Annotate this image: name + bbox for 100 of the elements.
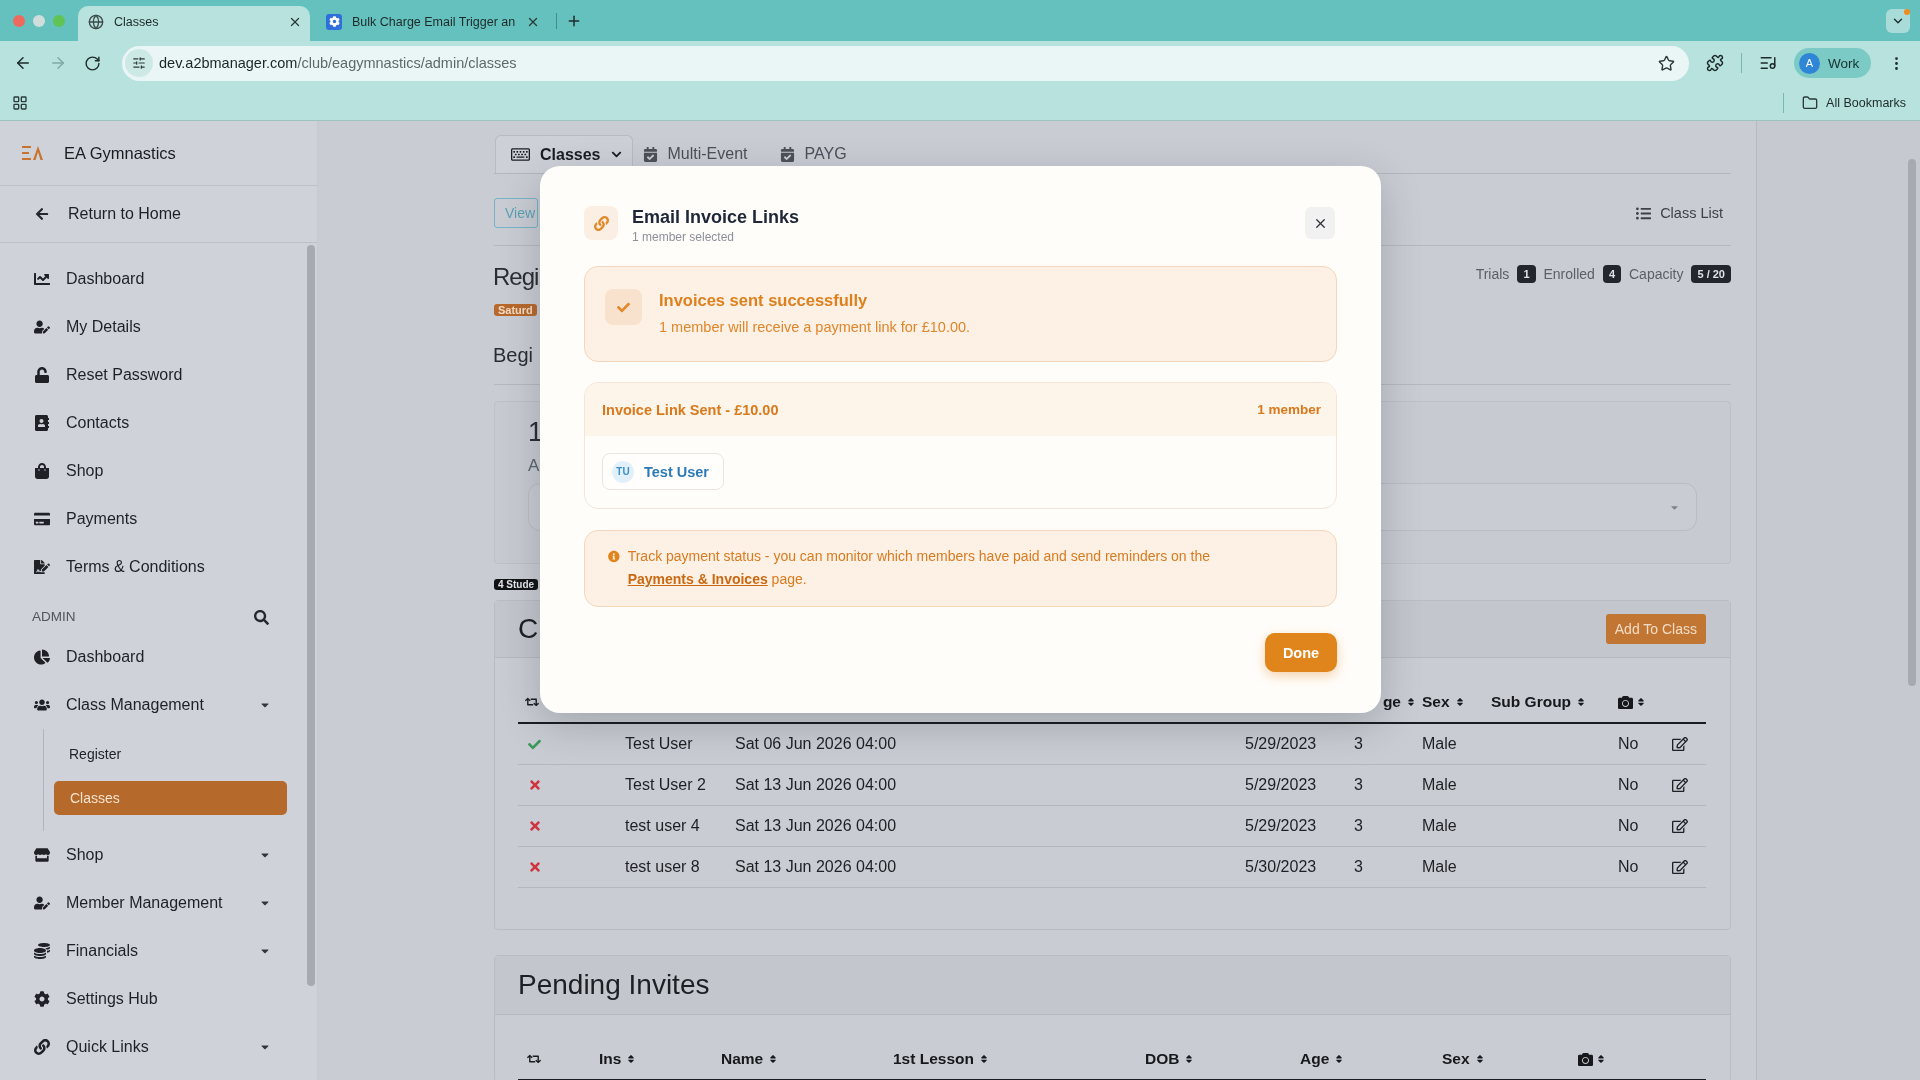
column-header[interactable]: Age <box>1300 1050 1345 1068</box>
repeat-icon[interactable] <box>527 1052 541 1066</box>
sidebar-item[interactable]: Financials <box>0 927 317 975</box>
address-bar[interactable]: dev.a2bmanager.com/club/eagymnastics/admin/classes <box>122 45 1689 81</box>
stat-label: Capacity <box>1629 266 1684 282</box>
group-title: Invoice Link Sent - £10.00 <box>602 401 779 418</box>
table-cell-text: Sat 13 Jun 2026 04:00 <box>735 776 898 794</box>
credit-card-icon <box>34 511 50 527</box>
return-home-link[interactable]: Return to Home <box>0 186 317 243</box>
page-tab[interactable]: Classes <box>495 135 633 173</box>
sidebar-item[interactable]: Payments <box>0 495 317 543</box>
sidebar-item[interactable]: Dashboard <box>0 633 317 681</box>
profile-button[interactable]: A Work <box>1794 48 1872 78</box>
link-icon <box>34 1039 50 1055</box>
edit-icon[interactable] <box>1672 818 1688 834</box>
gear-icon <box>326 13 342 30</box>
notification-dot-icon <box>1904 8 1910 15</box>
link-icon <box>584 206 618 240</box>
sort-icon <box>1454 697 1465 707</box>
browser-tab[interactable]: Classes <box>78 6 310 41</box>
column-header[interactable]: Sub Group <box>1491 693 1587 711</box>
column-header[interactable]: Name <box>721 1050 779 1068</box>
search-icon[interactable] <box>254 609 269 625</box>
browser-tab[interactable]: Bulk Charge Email Trigger an <box>316 6 548 41</box>
edit-icon[interactable] <box>1672 859 1688 875</box>
sort-icon <box>626 1054 637 1064</box>
page-tab[interactable]: PAYG <box>779 142 869 166</box>
close-button[interactable] <box>1305 207 1335 239</box>
list-icon <box>1636 205 1652 221</box>
table-cell-text: 5/29/2023 <box>1245 776 1318 794</box>
stat-caption: A <box>528 456 540 476</box>
sidebar-item[interactable]: Settings Hub <box>0 975 317 1023</box>
table-cell-text: test user 8 <box>625 858 701 876</box>
sidebar-item[interactable]: Class Management <box>0 681 317 729</box>
table-cell-text: test user 4 <box>625 817 701 835</box>
bookmark-star-icon[interactable] <box>1658 54 1675 72</box>
all-bookmarks-button[interactable]: All Bookmarks <box>1802 94 1906 111</box>
scrollbar[interactable] <box>307 245 315 986</box>
back-icon[interactable] <box>14 54 32 72</box>
reload-icon[interactable] <box>84 54 101 72</box>
calendar-check-icon <box>779 146 795 162</box>
page-tab[interactable]: Multi-Event <box>642 142 770 166</box>
media-icon[interactable] <box>1759 54 1777 72</box>
column-header[interactable]: Sex <box>1422 693 1465 711</box>
edit-icon[interactable] <box>1672 777 1688 793</box>
column-header[interactable]: DOB <box>1145 1050 1195 1068</box>
column-header[interactable]: 1st Lesson <box>893 1050 989 1068</box>
info-text: Track payment status - you can monitor which members have paid and send reminders on the Payments & Invoices page. <box>627 547 1211 589</box>
table-cell-text: 3 <box>1354 776 1364 794</box>
sort-icon <box>979 1054 989 1064</box>
stat-label: Trials <box>1475 266 1510 282</box>
scrollbar[interactable] <box>1908 159 1916 686</box>
page-title: Regi <box>493 263 539 291</box>
sidebar-item[interactable]: Terms & Conditions <box>0 543 317 591</box>
contact-book-icon <box>34 415 50 431</box>
column-header[interactable]: Ins <box>599 1050 637 1068</box>
tab-list-button[interactable] <box>1886 8 1910 33</box>
sort-icon <box>768 1054 779 1064</box>
sidebar-item[interactable]: Dashboard <box>0 255 317 303</box>
column-header[interactable]: Sex <box>1442 1050 1485 1068</box>
sidebar-item[interactable]: Member Management <box>0 879 317 927</box>
table-cell-text: Male <box>1422 735 1458 753</box>
card-title: C <box>518 613 539 645</box>
card-title: Pending Invites <box>518 969 710 1001</box>
sidebar-item[interactable]: Shop <box>0 447 317 495</box>
count-badge: 1 <box>1517 265 1536 283</box>
keyboard-icon <box>511 145 530 164</box>
table-cell-text: No <box>1618 817 1640 835</box>
sort-icon <box>1576 697 1587 707</box>
repeat-icon[interactable] <box>525 695 539 709</box>
table-cell-text: Sat 06 Jun 2026 04:00 <box>735 735 898 753</box>
settings-icon <box>34 991 50 1007</box>
site-settings-icon[interactable] <box>125 49 153 77</box>
modal-subtitle: 1 member selected <box>632 229 736 245</box>
students-badge: 4 Stude <box>494 579 539 590</box>
column-header[interactable]: ge <box>1382 693 1416 711</box>
edit-icon[interactable] <box>1672 736 1688 752</box>
sidebar-item[interactable]: Quick Links <box>0 1023 317 1071</box>
class-list-link[interactable]: Class List <box>1636 205 1723 221</box>
count-badge: 5 / 20 <box>1691 265 1731 283</box>
globe-icon <box>88 13 104 30</box>
sidebar-item[interactable]: Contacts <box>0 399 317 447</box>
table-cell-text: No <box>1618 776 1640 794</box>
sort-icon[interactable] <box>1636 697 1646 707</box>
member-name: Test User <box>644 463 709 480</box>
folder-icon <box>1802 94 1819 111</box>
table-cell-text: Sat 13 Jun 2026 04:00 <box>735 817 898 835</box>
sort-icon[interactable] <box>1596 1054 1606 1064</box>
sidebar-item[interactable]: My Details <box>0 303 317 351</box>
sidebar-item[interactable]: Reset Password <box>0 351 317 399</box>
profile-avatar: A <box>1799 52 1820 74</box>
table-cell-text: Test User <box>625 735 694 753</box>
apps-grid-icon[interactable] <box>12 94 28 111</box>
sidebar-subitem[interactable]: Register <box>44 734 317 774</box>
sidebar-item[interactable]: Shop <box>0 831 317 879</box>
user-pen-icon <box>34 895 50 911</box>
table-cell-text: 3 <box>1354 817 1364 835</box>
user-pen-icon <box>34 319 50 335</box>
member-count: 1 member <box>1257 402 1321 417</box>
extensions-icon[interactable] <box>1706 54 1724 72</box>
